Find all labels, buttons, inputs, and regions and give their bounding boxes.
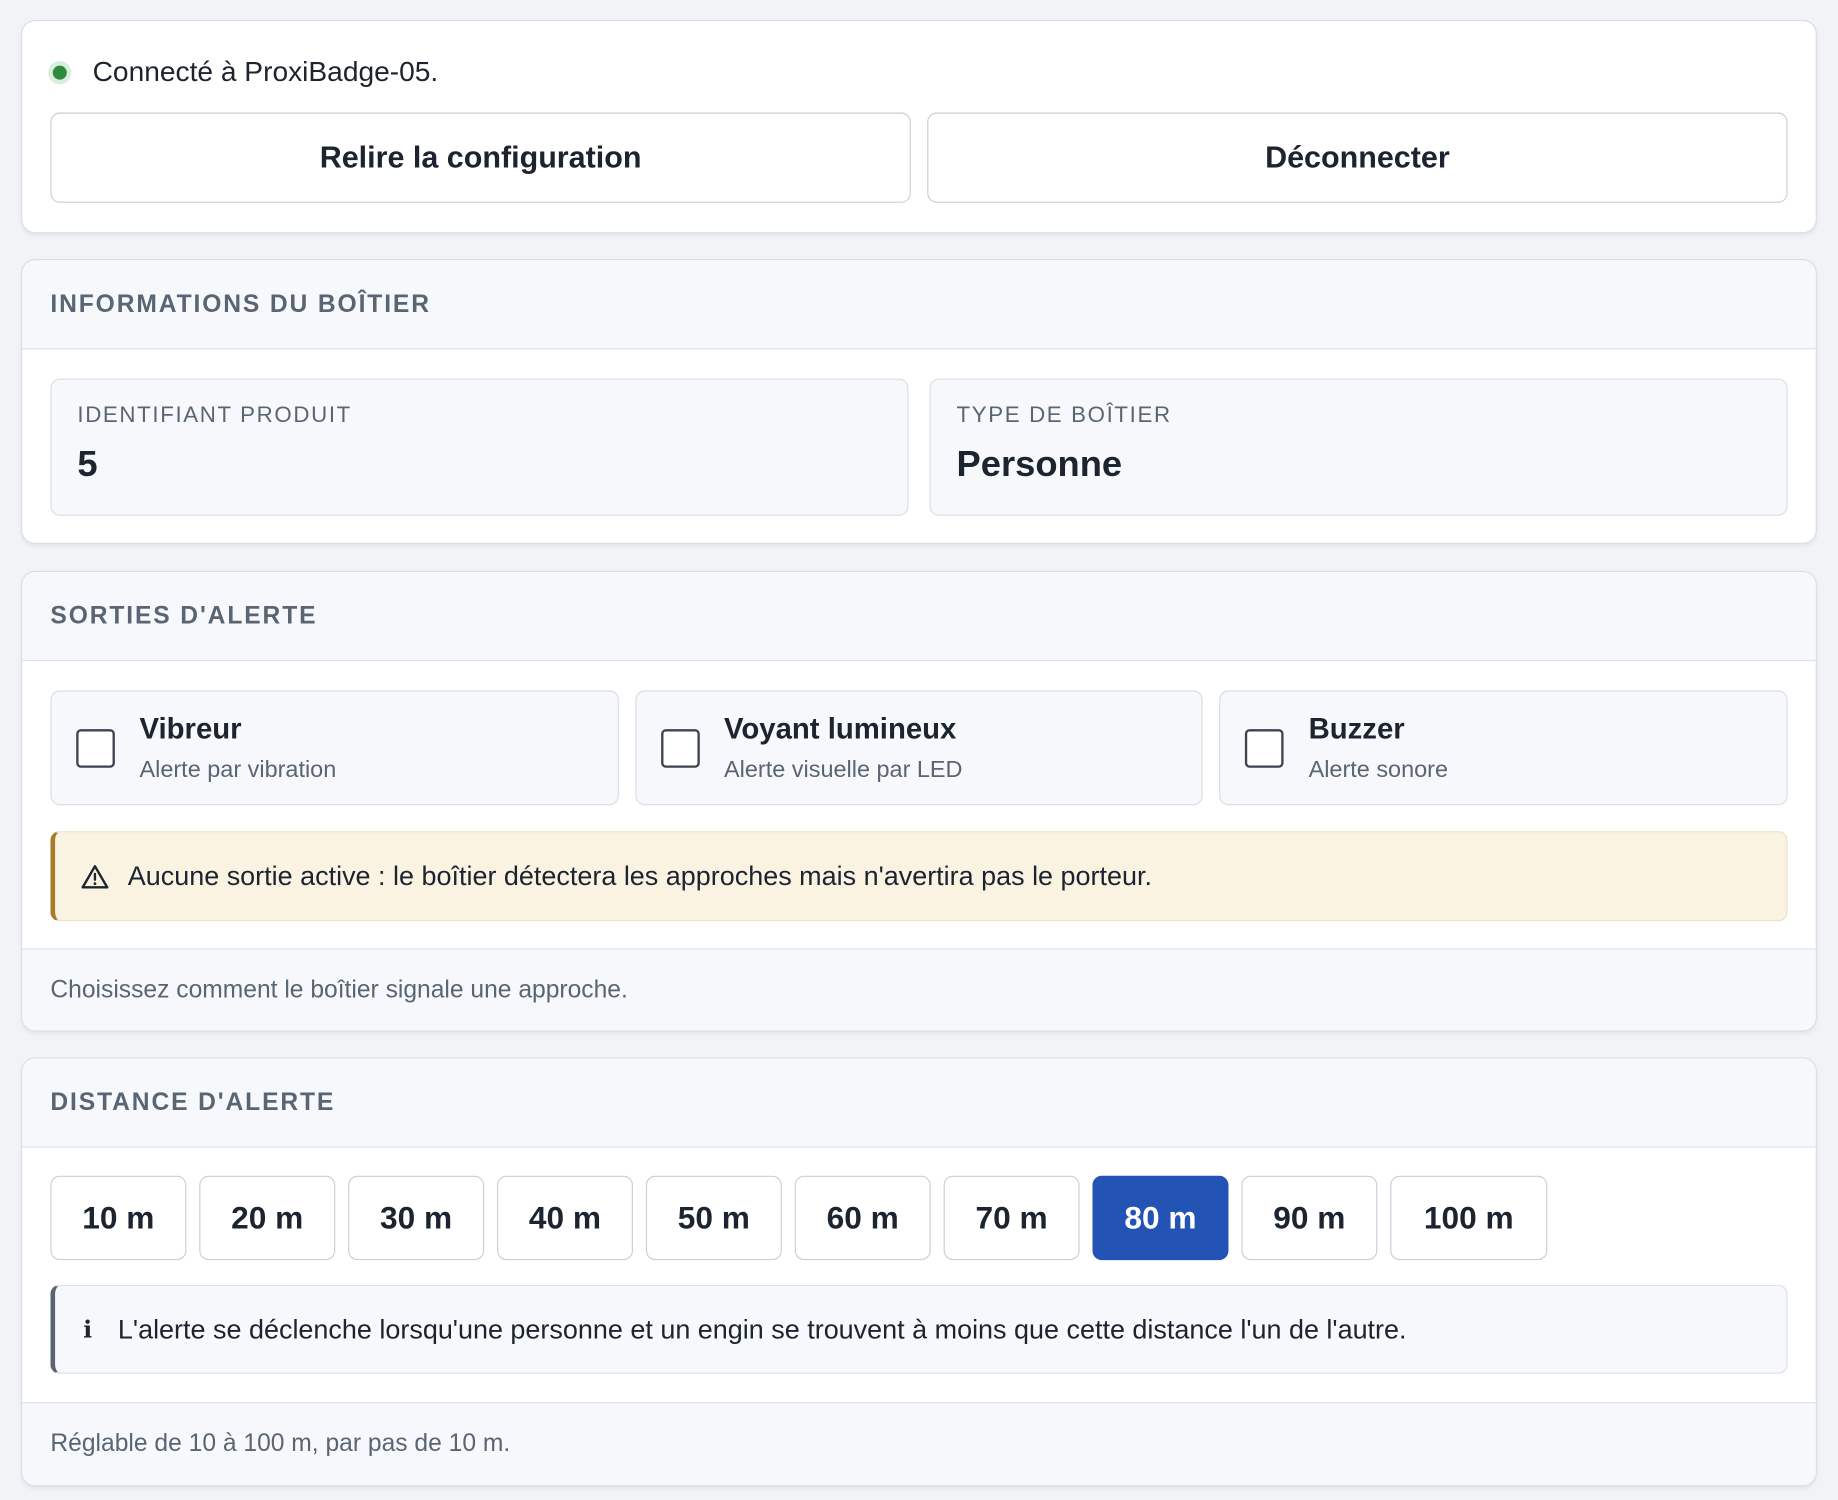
alert-distance-card: DISTANCE D'ALERTE 10 m 20 m 30 m 40 m 50… — [21, 1057, 1817, 1487]
distance-option-40[interactable]: 40 m — [497, 1175, 633, 1261]
alert-outputs-options: Vibreur Alerte par vibration Voyant lumi… — [50, 690, 1788, 806]
info-icon: i — [83, 1315, 93, 1344]
status-dot-icon — [52, 65, 67, 80]
output-option-vibrator[interactable]: Vibreur Alerte par vibration — [50, 690, 619, 806]
alert-distance-title: DISTANCE D'ALERTE — [22, 1058, 1816, 1148]
output-option-buzzer[interactable]: Buzzer Alerte sonore — [1219, 690, 1788, 806]
connection-actions: Relire la configuration Déconnecter — [50, 112, 1788, 203]
output-option-subtitle: Alerte visuelle par LED — [724, 756, 963, 783]
no-output-warning: Aucune sortie active : le boîtier détect… — [50, 831, 1788, 922]
output-option-subtitle: Alerte sonore — [1308, 756, 1449, 783]
distance-option-80[interactable]: 80 m — [1092, 1175, 1229, 1261]
reload-config-button[interactable]: Relire la configuration — [50, 112, 911, 203]
distance-option-60[interactable]: 60 m — [794, 1175, 931, 1261]
distance-option-20[interactable]: 20 m — [199, 1175, 336, 1261]
disconnect-button[interactable]: Déconnecter — [927, 112, 1788, 203]
device-info-title: INFORMATIONS DU BOÎTIER — [22, 260, 1816, 350]
alert-outputs-title: SORTIES D'ALERTE — [22, 572, 1816, 662]
device-info-grid: IDENTIFIANT PRODUIT 5 TYPE DE BOÎTIER Pe… — [50, 378, 1788, 516]
connection-status: Connecté à ProxiBadge-05. — [48, 56, 438, 89]
product-id-value: 5 — [77, 443, 98, 485]
device-type-value: Personne — [956, 443, 1123, 485]
distance-option-50[interactable]: 50 m — [645, 1175, 782, 1261]
distance-option-70[interactable]: 70 m — [943, 1175, 1080, 1261]
warning-triangle-icon — [81, 863, 109, 889]
output-option-title: Voyant lumineux — [724, 712, 957, 745]
buzzer-checkbox[interactable] — [1245, 728, 1284, 768]
device-type-box: TYPE DE BOÎTIER Personne — [929, 378, 1788, 516]
connection-status-text: Connecté à ProxiBadge-05. — [92, 56, 439, 88]
led-checkbox[interactable] — [660, 728, 700, 768]
distance-info-note: i L'alerte se déclenche lorsqu'une perso… — [50, 1284, 1788, 1374]
distance-note-text: L'alerte se déclenche lorsqu'une personn… — [117, 1313, 1407, 1344]
output-option-text: Buzzer Alerte sonore — [1309, 712, 1448, 784]
alert-outputs-footer: Choisissez comment le boîtier signale un… — [22, 948, 1816, 1031]
distance-option-10[interactable]: 10 m — [50, 1175, 187, 1261]
distance-options: 10 m 20 m 30 m 40 m 50 m 60 m 70 m 80 m … — [50, 1175, 1548, 1261]
distance-option-90[interactable]: 90 m — [1241, 1175, 1378, 1261]
output-option-led[interactable]: Voyant lumineux Alerte visuelle par LED — [634, 690, 1204, 806]
distance-option-100[interactable]: 100 m — [1390, 1175, 1548, 1261]
output-option-title: Buzzer — [1308, 712, 1405, 745]
output-option-title: Vibreur — [139, 712, 242, 745]
vibrator-checkbox[interactable] — [76, 728, 115, 768]
output-option-subtitle: Alerte par vibration — [139, 756, 337, 783]
output-option-text: Vibreur Alerte par vibration — [139, 712, 336, 784]
alert-distance-footer: Réglable de 10 à 100 m, par pas de 10 m. — [22, 1401, 1816, 1486]
product-id-label: IDENTIFIANT PRODUIT — [77, 403, 352, 428]
output-option-text: Voyant lumineux Alerte visuelle par LED — [724, 712, 962, 784]
connection-card: Connecté à ProxiBadge-05. Relire la conf… — [21, 19, 1817, 234]
product-id-box: IDENTIFIANT PRODUIT 5 — [50, 378, 909, 516]
device-info-card: INFORMATIONS DU BOÎTIER IDENTIFIANT PROD… — [21, 259, 1817, 544]
alert-outputs-card: SORTIES D'ALERTE Vibreur Alerte par vibr… — [21, 570, 1817, 1032]
distance-option-30[interactable]: 30 m — [348, 1175, 485, 1261]
warning-text: Aucune sortie active : le boîtier détect… — [127, 860, 1152, 891]
device-type-label: TYPE DE BOÎTIER — [956, 403, 1172, 428]
